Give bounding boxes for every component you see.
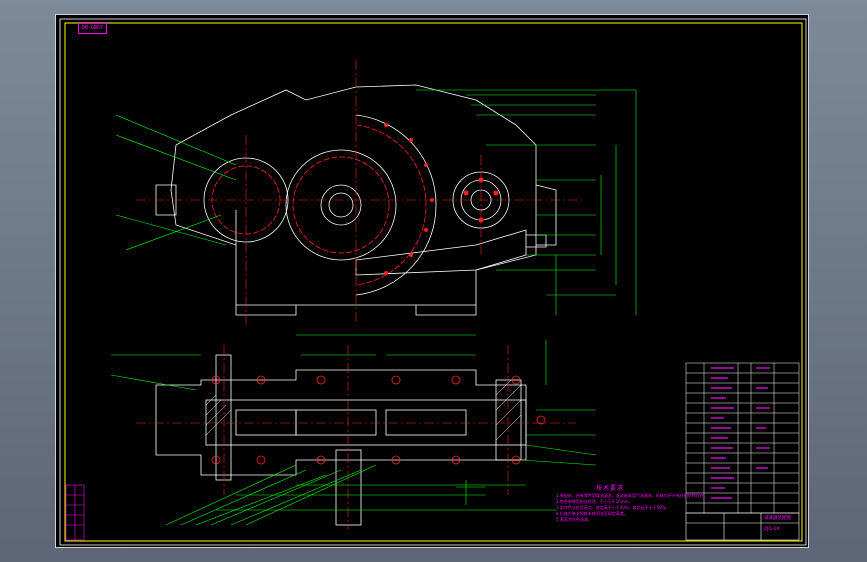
title-block-main-title: 减速器装配图 (764, 516, 791, 521)
top-view-dimensions (110, 334, 597, 526)
left-title-strip (65, 484, 85, 541)
technical-line-5: 5.表面涂灰色油漆。 (556, 517, 592, 522)
title-block-drawing-number: ZJQ-00 (764, 527, 780, 532)
front-view-dimensions (115, 89, 637, 315)
technical-line-4: 4.机座内装全损耗系统用油至规定高度。 (556, 511, 628, 516)
technical-line-1: 1.装配前，所有零件用煤油清洗，滚动轴承用汽油清洗，机体内不许有任何杂物存在。 (556, 493, 708, 498)
top-view-bolts (211, 375, 546, 465)
assembly-drawing (59, 18, 807, 546)
drawing-code-box: DB-GB07 (78, 23, 108, 34)
cad-viewport[interactable]: DB-GB07 技术要求 1.装配前，所有零件用煤油清洗，滚动轴承用汽油清洗，机… (55, 14, 809, 548)
front-view-centerlines (136, 60, 586, 325)
sheet-inner-frame (64, 22, 803, 542)
technical-requirements-title: 技术要求 (596, 485, 625, 492)
technical-line-3: 3.用涂色法检验斑点，按齿高不小于40%，按齿长不小于50%。 (556, 505, 670, 510)
sheet-outer-frame (59, 18, 807, 546)
top-view-centerlines (136, 345, 576, 530)
top-view (155, 354, 527, 526)
technical-line-2: 2.啮合侧隙用铅丝检验，不小于0.16mm。 (556, 499, 633, 504)
parts-list-table (685, 362, 800, 514)
front-view-bolts (384, 123, 499, 275)
